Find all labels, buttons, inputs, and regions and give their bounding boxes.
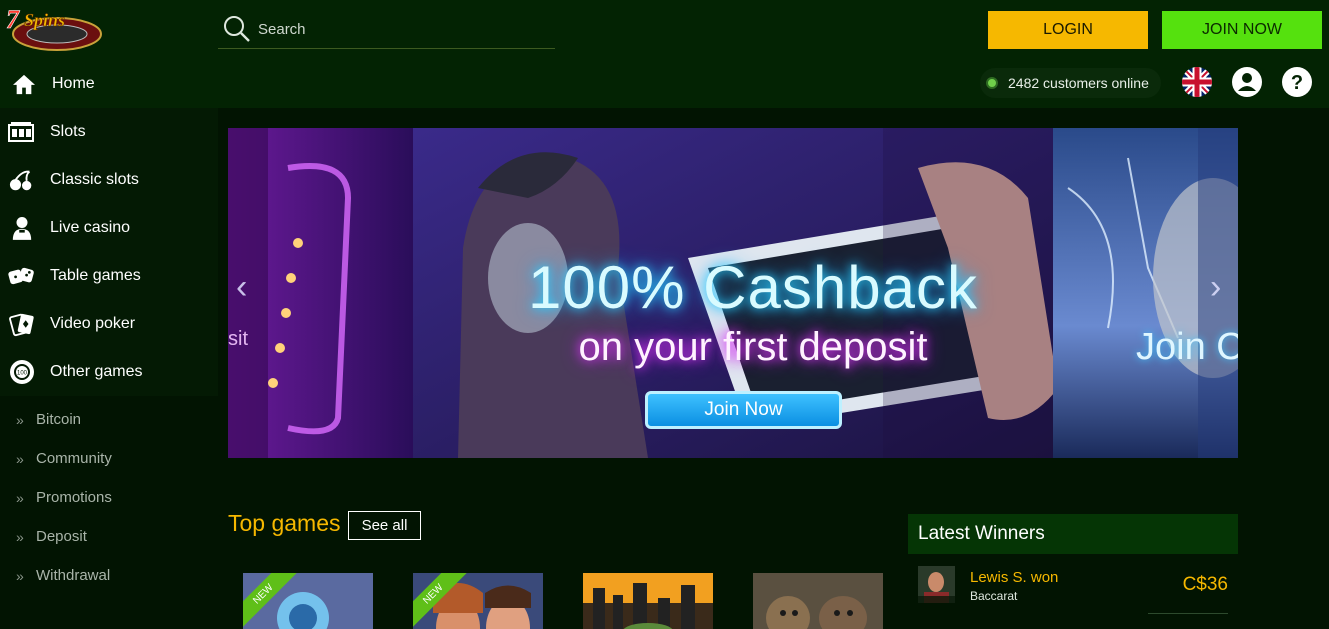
sidebar-item-video-poker[interactable]: Video poker xyxy=(0,300,218,348)
site-logo[interactable]: 7 Spins xyxy=(2,4,102,54)
sidebar-item-classic-slots[interactable]: Classic slots xyxy=(0,156,218,204)
promo-banner-carousel[interactable]: sit 100% Cashback on your first deposit … xyxy=(228,128,1238,458)
sidebar-sub-menu: » Bitcoin » Community » Promotions » Dep… xyxy=(0,396,218,595)
search-bar[interactable] xyxy=(218,10,555,49)
winner-game: Baccarat xyxy=(970,589,1018,603)
sidebar-item-label: Other games xyxy=(50,363,143,380)
winner-divider xyxy=(1148,613,1228,614)
banner-join-now-button[interactable]: Join Now xyxy=(645,391,842,429)
sidebar-item-community[interactable]: » Community xyxy=(0,439,218,478)
sidebar-item-deposit[interactable]: » Deposit xyxy=(0,517,218,556)
online-status-icon xyxy=(986,77,998,89)
sidebar-item-label: Live casino xyxy=(50,219,131,236)
chevron-right-icon: » xyxy=(16,489,24,506)
winner-game-thumbnail[interactable] xyxy=(918,566,955,603)
chevron-right-icon: » xyxy=(16,528,24,545)
sidebar: Home Slots Classic slots Live casino Tab… xyxy=(0,60,218,595)
banner-headline: 100% Cashback xyxy=(528,254,978,321)
svg-text:7: 7 xyxy=(6,5,20,34)
chevron-right-icon: » xyxy=(16,567,24,584)
home-icon xyxy=(10,71,38,97)
chevron-right-icon: » xyxy=(16,450,24,467)
sidebar-item-label: Deposit xyxy=(36,528,87,545)
sidebar-item-label: Withdrawal xyxy=(36,567,111,584)
sidebar-item-bitcoin[interactable]: » Bitcoin xyxy=(0,400,218,439)
login-button[interactable]: LOGIN xyxy=(988,11,1148,49)
slot-machine-icon xyxy=(8,119,36,145)
game-tile[interactable] xyxy=(583,573,713,629)
sidebar-item-label: Video poker xyxy=(50,315,136,332)
customers-online-badge: 2482 customers online xyxy=(980,68,1161,98)
sidebar-item-label: Promotions xyxy=(36,489,112,506)
sidebar-item-other-games[interactable]: 100 Other games xyxy=(0,348,218,396)
latest-winners-heading: Latest Winners xyxy=(908,514,1238,554)
sidebar-item-label: Home xyxy=(52,75,95,92)
sidebar-item-label: Table games xyxy=(50,267,141,284)
game-tile[interactable]: NEW xyxy=(413,573,543,629)
chevron-right-icon: » xyxy=(16,411,24,428)
join-now-button[interactable]: JOIN NOW xyxy=(1162,11,1322,49)
sidebar-item-label: Classic slots xyxy=(50,171,139,188)
winner-amount: C$36 xyxy=(1182,574,1228,595)
carousel-prev-icon[interactable]: ‹ xyxy=(236,268,247,307)
sidebar-main-menu: Slots Classic slots Live casino Table ga… xyxy=(0,108,218,396)
banner-subline: on your first deposit xyxy=(578,325,928,369)
top-games-heading: Top games xyxy=(228,510,341,536)
account-icon[interactable] xyxy=(1232,67,1262,97)
svg-text:?: ? xyxy=(1291,72,1303,94)
svg-text:Spins: Spins xyxy=(24,10,65,30)
banner-left-slide-text: sit xyxy=(228,328,248,350)
sidebar-item-label: Slots xyxy=(50,123,86,140)
chip-icon: 100 xyxy=(8,359,36,385)
winner-name: Lewis S. won xyxy=(970,569,1059,586)
sidebar-item-promotions[interactable]: » Promotions xyxy=(0,478,218,517)
sidebar-item-slots[interactable]: Slots xyxy=(0,108,218,156)
game-thumbnail xyxy=(753,573,883,629)
banner-right-slide-text: Join C xyxy=(1136,326,1238,368)
game-tile[interactable] xyxy=(753,573,883,629)
sidebar-item-table-games[interactable]: Table games xyxy=(0,252,218,300)
dice-icon xyxy=(8,263,36,289)
cards-icon xyxy=(8,311,36,337)
game-tile[interactable]: NEW xyxy=(243,573,373,629)
game-thumbnail xyxy=(583,573,713,629)
help-icon[interactable]: ? xyxy=(1282,67,1312,97)
latest-winners-panel: Latest Winners Lewis S. won Baccarat C$3… xyxy=(908,514,1238,614)
see-all-button[interactable]: See all xyxy=(348,511,421,540)
uk-flag-icon[interactable] xyxy=(1182,67,1212,97)
customers-online-text: 2482 customers online xyxy=(1008,75,1149,91)
search-input[interactable] xyxy=(258,20,538,38)
dealer-icon xyxy=(8,215,36,241)
search-icon[interactable] xyxy=(222,14,252,44)
sidebar-item-label: Community xyxy=(36,450,112,467)
svg-text:100: 100 xyxy=(17,371,28,377)
carousel-next-icon[interactable]: › xyxy=(1210,268,1221,307)
cherries-icon xyxy=(8,167,36,193)
sidebar-item-home[interactable]: Home xyxy=(0,60,218,108)
sidebar-item-live-casino[interactable]: Live casino xyxy=(0,204,218,252)
sidebar-item-withdrawal[interactable]: » Withdrawal xyxy=(0,556,218,595)
sidebar-item-label: Bitcoin xyxy=(36,411,82,428)
